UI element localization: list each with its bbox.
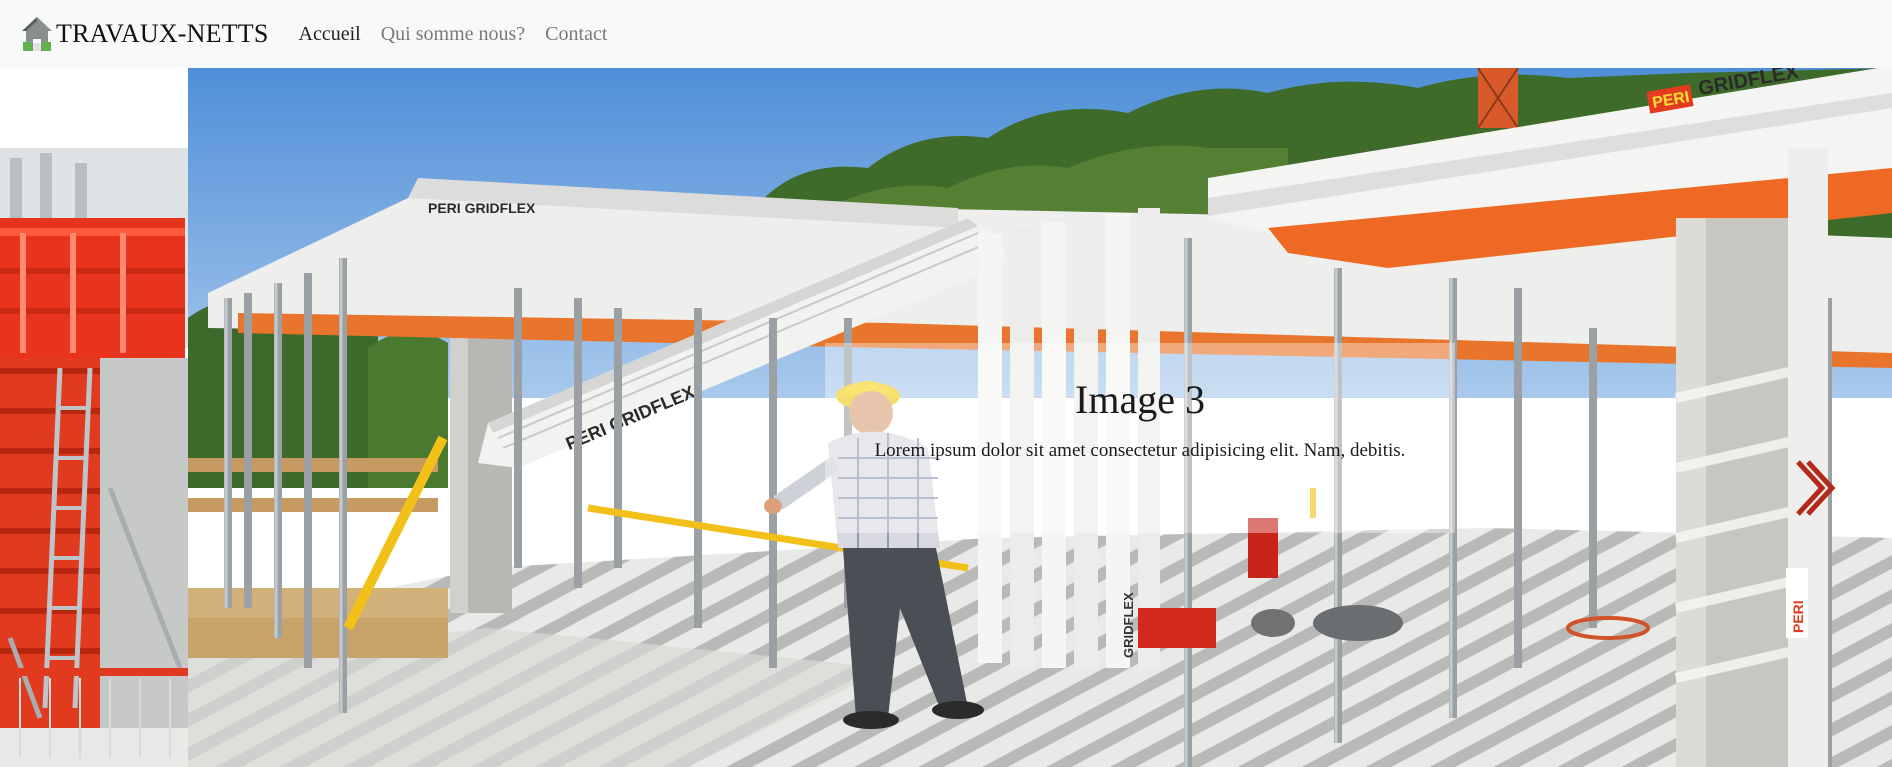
brand-link[interactable]: TRAVAUX-NETTS xyxy=(20,15,269,53)
red-formwork-photo xyxy=(0,68,188,767)
nav-link-qui-somme-nous[interactable]: Qui somme nous? xyxy=(381,23,525,46)
gridflex-label-post: GRIDFLEX xyxy=(1121,592,1136,658)
house-logo-icon xyxy=(22,17,52,51)
carousel-slide-previous xyxy=(0,68,188,767)
peri-label-post-right: PERI xyxy=(1790,600,1806,633)
nav-link-accueil[interactable]: Accueil xyxy=(299,23,361,46)
carousel-caption-text: Lorem ipsum dolor sit amet consectetur a… xyxy=(874,440,1406,461)
chevron-right-icon xyxy=(1796,460,1836,516)
gridflex-label-top-left: PERI GRIDFLEX xyxy=(428,200,536,216)
carousel-caption-backdrop xyxy=(825,343,1455,533)
nav-link-contact[interactable]: Contact xyxy=(545,23,607,46)
carousel-next-button[interactable] xyxy=(1780,448,1840,528)
brand-name: TRAVAUX-NETTS xyxy=(56,19,269,48)
navbar: TRAVAUX-NETTS Accueil Qui somme nous? Co… xyxy=(0,0,1892,68)
carousel-caption-title: Image 3 xyxy=(1075,377,1205,422)
nav-links: Accueil Qui somme nous? Contact xyxy=(299,23,628,46)
image-carousel: PERI GRIDFLEX PERI GRIDFLEX PERI GRIDFLE… xyxy=(0,68,1892,767)
